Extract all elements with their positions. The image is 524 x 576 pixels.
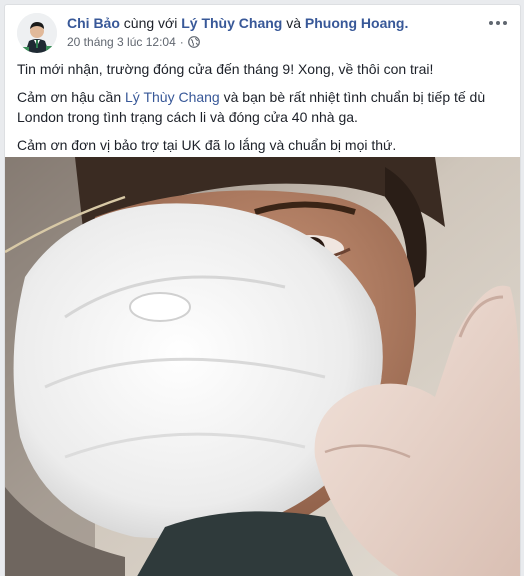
post-paragraph-3: Cảm ơn đơn vị bảo trợ tại UK đã lo lắng … xyxy=(17,137,397,153)
globe-icon[interactable] xyxy=(187,36,200,48)
post-photo[interactable] xyxy=(5,157,520,576)
mention-link[interactable]: Lý Thùy Chang xyxy=(125,89,220,105)
feed-post: Chi Bảo cùng với Lý Thùy Chang và Phuong… xyxy=(4,4,521,576)
and-text: và xyxy=(286,15,302,31)
more-options-icon[interactable] xyxy=(486,15,510,31)
post-header: Chi Bảo cùng với Lý Thùy Chang và Phuong… xyxy=(5,5,520,55)
post-paragraph-2: Cảm ơn hậu cần Lý Thùy Chang và bạn bè r… xyxy=(17,87,508,127)
meta-separator: · xyxy=(179,35,184,49)
post-meta: 20 tháng 3 lúc 12:04 · xyxy=(67,34,480,50)
tagged-user-link-2[interactable]: Phuong Hoang. xyxy=(305,15,408,31)
post-title-line: Chi Bảo cùng với Lý Thùy Chang và Phuong… xyxy=(67,14,480,32)
post-paragraph-1: Tin mới nhận, trường đóng cửa đến tháng … xyxy=(17,61,434,77)
post-timestamp-link[interactable]: 20 tháng 3 lúc 12:04 xyxy=(67,34,176,50)
author-name-link[interactable]: Chi Bảo xyxy=(67,15,120,31)
post-header-text: Chi Bảo cùng với Lý Thùy Chang và Phuong… xyxy=(67,14,480,50)
with-text: cùng với xyxy=(123,15,178,31)
avatar-image xyxy=(17,13,57,53)
author-avatar[interactable] xyxy=(17,13,57,53)
tagged-user-link-1[interactable]: Lý Thùy Chang xyxy=(181,15,282,31)
post-message: Tin mới nhận, trường đóng cửa đến tháng … xyxy=(5,55,520,155)
paragraph-2-text-before: Cảm ơn hậu cần xyxy=(17,89,126,105)
selfie-mask-photo-image xyxy=(5,157,520,576)
